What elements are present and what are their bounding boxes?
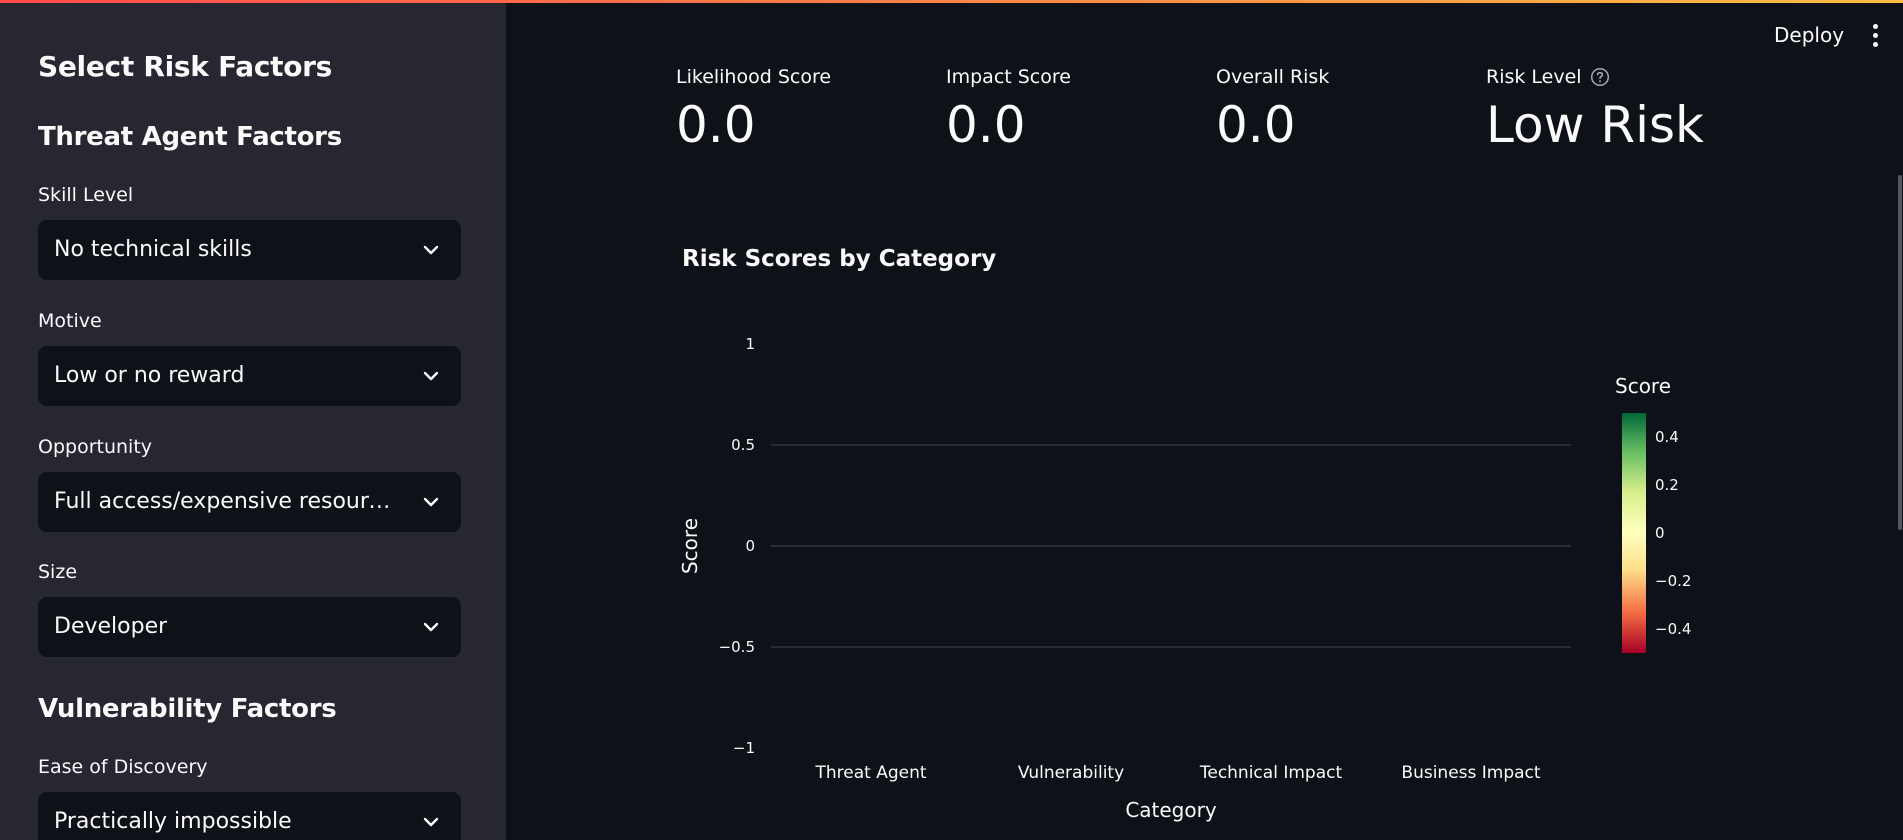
chevron-down-icon bbox=[423, 622, 439, 632]
section-heading-threat-agent: Threat Agent Factors bbox=[38, 122, 342, 152]
sidebar: Select Risk Factors Threat Agent Factors… bbox=[0, 0, 506, 840]
size-value: Developer bbox=[54, 614, 168, 639]
metric-risk-level: Risk Level Low Risk bbox=[1486, 64, 1704, 156]
y-tick-label: −0.5 bbox=[719, 638, 755, 656]
colorbar-tick-label: 0.4 bbox=[1655, 428, 1679, 446]
menu-dot bbox=[1873, 33, 1878, 38]
y-tick-labels: 1 0.5 0 −0.5 −1 bbox=[719, 335, 755, 757]
x-tick-label: Technical Impact bbox=[1199, 763, 1343, 783]
motive-value: Low or no reward bbox=[54, 363, 245, 388]
colorbar-tick-labels: 0.4 0.2 0 −0.2 −0.4 bbox=[1655, 428, 1691, 638]
skill-level-value: No technical skills bbox=[54, 237, 252, 262]
section-heading-vulnerability: Vulnerability Factors bbox=[38, 694, 337, 724]
kebab-menu-icon[interactable] bbox=[1866, 22, 1886, 50]
metric-overall-risk: Overall Risk 0.0 bbox=[1216, 64, 1329, 156]
metric-label-row: Risk Level bbox=[1486, 64, 1704, 90]
chevron-down-icon bbox=[423, 817, 439, 827]
colorbar-title: Score bbox=[1615, 374, 1671, 398]
metric-value: Low Risk bbox=[1486, 96, 1704, 154]
skill-level-select[interactable]: No technical skills bbox=[38, 220, 461, 280]
metric-impact: Impact Score 0.0 bbox=[946, 64, 1071, 156]
risk-scores-chart: 1 0.5 0 −0.5 −1 Threat Agent Vulnerability Tec… bbox=[678, 335, 1691, 822]
chevron-down-icon bbox=[423, 371, 439, 381]
x-tick-labels: Threat Agent Vulnerability Technical Impac… bbox=[814, 763, 1540, 783]
colorbar-tick-label: −0.4 bbox=[1655, 620, 1691, 638]
y-tick-label: 1 bbox=[745, 335, 755, 353]
motive-label: Motive bbox=[38, 310, 102, 332]
chevron-down-icon bbox=[423, 245, 439, 255]
ease-of-discovery-label: Ease of Discovery bbox=[38, 756, 208, 778]
metric-value: 0.0 bbox=[1216, 96, 1296, 154]
metric-value: 0.0 bbox=[676, 96, 756, 154]
scrollbar-thumb[interactable] bbox=[1898, 175, 1902, 530]
x-axis-title: Category bbox=[1125, 798, 1217, 822]
metric-label: Likelihood Score bbox=[676, 66, 832, 88]
colorbar-tick-label: 0 bbox=[1655, 524, 1665, 542]
help-circle-icon[interactable] bbox=[1590, 67, 1610, 87]
y-tick-label: 0 bbox=[745, 537, 755, 555]
gridlines bbox=[771, 444, 1571, 648]
metric-likelihood: Likelihood Score 0.0 bbox=[676, 64, 831, 156]
size-select[interactable]: Developer bbox=[38, 597, 461, 657]
x-tick-label: Business Impact bbox=[1401, 763, 1540, 783]
metric-label: Overall Risk bbox=[1216, 66, 1330, 88]
sidebar-title: Select Risk Factors bbox=[38, 50, 333, 83]
chevron-down-icon bbox=[423, 497, 439, 507]
y-axis-title: Score bbox=[678, 518, 702, 574]
skill-level-label: Skill Level bbox=[38, 184, 134, 206]
size-label: Size bbox=[38, 561, 78, 583]
ease-of-discovery-select[interactable]: Practically impossible bbox=[38, 792, 461, 840]
deploy-button[interactable]: Deploy bbox=[1762, 18, 1856, 52]
opportunity-label: Opportunity bbox=[38, 436, 153, 458]
colorbar bbox=[1622, 413, 1646, 653]
header-decoration-stripe bbox=[0, 0, 1903, 3]
metric-value: 0.0 bbox=[946, 96, 1026, 154]
menu-dot bbox=[1873, 42, 1878, 47]
metric-label: Impact Score bbox=[946, 66, 1071, 88]
chart-title: Risk Scores by Category bbox=[682, 246, 997, 272]
opportunity-value: Full access/expensive resource ... bbox=[54, 489, 399, 514]
motive-select[interactable]: Low or no reward bbox=[38, 346, 461, 406]
y-tick-label: −1 bbox=[733, 739, 755, 757]
ease-of-discovery-value: Practically impossible bbox=[54, 809, 292, 834]
metric-label: Risk Level bbox=[1486, 66, 1582, 88]
colorbar-tick-label: 0.2 bbox=[1655, 476, 1679, 494]
menu-dot bbox=[1873, 24, 1878, 29]
y-tick-label: 0.5 bbox=[731, 436, 755, 454]
opportunity-select[interactable]: Full access/expensive resource ... bbox=[38, 472, 461, 532]
x-tick-label: Vulnerability bbox=[1018, 763, 1124, 783]
colorbar-tick-label: −0.2 bbox=[1655, 572, 1691, 590]
x-tick-label: Threat Agent bbox=[814, 763, 926, 783]
